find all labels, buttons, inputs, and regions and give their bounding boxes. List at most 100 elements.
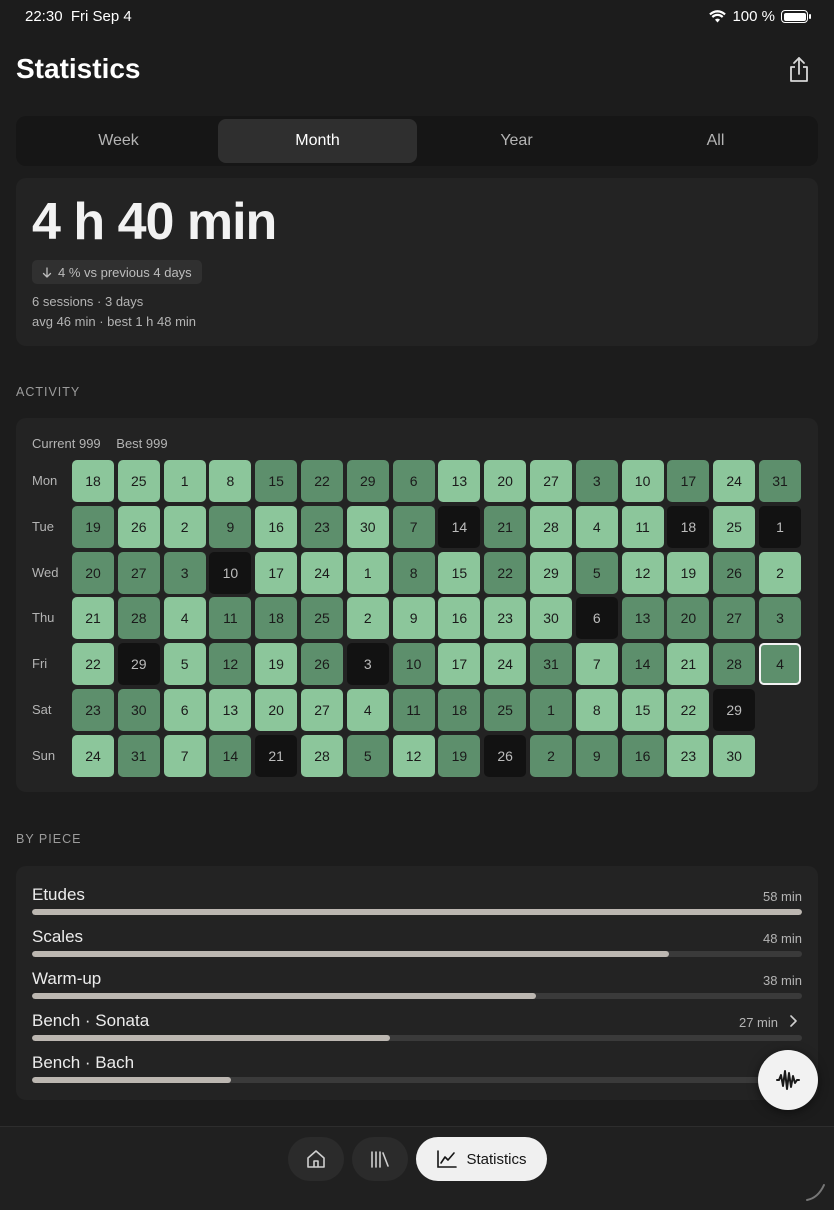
- heatmap-cell-today[interactable]: 4: [759, 643, 801, 686]
- heatmap-cell[interactable]: 23: [484, 597, 527, 640]
- segment-month[interactable]: Month: [218, 119, 417, 163]
- heatmap-cell[interactable]: 11: [621, 505, 664, 548]
- heatmap-cell[interactable]: 30: [346, 505, 389, 548]
- heatmap-cell[interactable]: 19: [72, 505, 114, 548]
- heatmap-cell[interactable]: 12: [392, 734, 435, 777]
- heatmap-cell[interactable]: 2: [346, 597, 389, 640]
- heatmap-cell[interactable]: 27: [301, 689, 343, 731]
- heatmap-cell[interactable]: 8: [575, 689, 618, 731]
- heatmap-cell[interactable]: 26: [713, 551, 756, 594]
- heatmap-cell[interactable]: 29: [713, 689, 756, 731]
- heatmap-cell[interactable]: 7: [575, 643, 618, 686]
- heatmap-cell[interactable]: 14: [209, 734, 252, 777]
- heatmap-cell[interactable]: 21: [484, 505, 527, 548]
- record-fab[interactable]: [758, 1050, 818, 1110]
- heatmap-cell[interactable]: 7: [163, 734, 206, 777]
- heatmap-cell[interactable]: 19: [438, 734, 481, 777]
- heatmap-cell[interactable]: 24: [713, 460, 756, 502]
- heatmap-cell[interactable]: 8: [209, 460, 252, 502]
- heatmap-cell[interactable]: 23: [667, 734, 710, 777]
- heatmap-cell[interactable]: 3: [575, 460, 618, 502]
- heatmap-cell[interactable]: 31: [759, 460, 801, 502]
- heatmap-cell[interactable]: 3: [759, 597, 801, 640]
- heatmap-cell[interactable]: 9: [209, 505, 252, 548]
- heatmap-cell[interactable]: 9: [392, 597, 435, 640]
- heatmap-cell[interactable]: 10: [621, 460, 664, 502]
- heatmap-cell[interactable]: 28: [117, 597, 160, 640]
- heatmap-cell[interactable]: 23: [301, 505, 343, 548]
- heatmap-cell[interactable]: 1: [530, 689, 572, 731]
- heatmap-cell[interactable]: 5: [575, 551, 618, 594]
- heatmap-cell[interactable]: 22: [667, 689, 710, 731]
- heatmap-cell[interactable]: 20: [667, 597, 710, 640]
- heatmap-cell[interactable]: 15: [438, 551, 481, 594]
- heatmap-cell[interactable]: 7: [392, 505, 435, 548]
- heatmap-cell[interactable]: 23: [72, 689, 114, 731]
- piece-row[interactable]: Bench · Bach15 min: [32, 1053, 802, 1085]
- heatmap-cell[interactable]: 27: [713, 597, 756, 640]
- heatmap-cell[interactable]: 21: [255, 734, 298, 777]
- heatmap-cell[interactable]: 2: [530, 734, 572, 777]
- heatmap-cell[interactable]: 30: [713, 734, 756, 777]
- share-icon[interactable]: [786, 56, 812, 84]
- heatmap-cell[interactable]: 17: [255, 551, 298, 594]
- heatmap-cell[interactable]: 18: [438, 689, 481, 731]
- heatmap-cell[interactable]: 6: [575, 597, 618, 640]
- heatmap-cell[interactable]: 28: [530, 505, 572, 548]
- heatmap-cell[interactable]: 20: [72, 551, 114, 594]
- heatmap-cell[interactable]: 13: [621, 597, 664, 640]
- nav-home-button[interactable]: [288, 1137, 344, 1181]
- heatmap-cell[interactable]: 24: [72, 734, 114, 777]
- heatmap-cell[interactable]: 18: [667, 505, 710, 548]
- nav-library-button[interactable]: [352, 1137, 408, 1181]
- heatmap-cell[interactable]: 8: [392, 551, 435, 594]
- heatmap-cell[interactable]: 2: [163, 505, 206, 548]
- heatmap-cell[interactable]: 10: [392, 643, 435, 686]
- heatmap-cell[interactable]: 13: [438, 460, 481, 502]
- heatmap-cell[interactable]: 1: [346, 551, 389, 594]
- heatmap-cell[interactable]: 4: [346, 689, 389, 731]
- nav-statistics-button[interactable]: Statistics: [416, 1137, 547, 1181]
- heatmap-cell[interactable]: 4: [575, 505, 618, 548]
- piece-row[interactable]: Warm-up 38 min: [32, 969, 802, 1001]
- heatmap-cell[interactable]: 15: [621, 689, 664, 731]
- heatmap-cell[interactable]: 28: [301, 734, 343, 777]
- heatmap-cell[interactable]: 17: [438, 643, 481, 686]
- heatmap-cell[interactable]: 24: [484, 643, 527, 686]
- heatmap-cell[interactable]: 6: [163, 689, 206, 731]
- heatmap-cell[interactable]: 29: [530, 551, 572, 594]
- heatmap-cell[interactable]: 11: [209, 597, 252, 640]
- segment-all[interactable]: All: [616, 119, 815, 163]
- heatmap-cell[interactable]: 22: [72, 643, 114, 686]
- heatmap-cell[interactable]: 3: [346, 643, 389, 686]
- segment-year[interactable]: Year: [417, 119, 616, 163]
- heatmap-cell[interactable]: 9: [575, 734, 618, 777]
- segment-week[interactable]: Week: [19, 119, 218, 163]
- heatmap-cell[interactable]: 26: [484, 734, 527, 777]
- heatmap-cell[interactable]: 14: [621, 643, 664, 686]
- heatmap-cell[interactable]: 17: [667, 460, 710, 502]
- heatmap-cell[interactable]: 13: [209, 689, 252, 731]
- heatmap-cell[interactable]: 12: [621, 551, 664, 594]
- heatmap-cell[interactable]: 25: [117, 460, 160, 502]
- heatmap-cell[interactable]: 15: [255, 460, 298, 502]
- heatmap-cell[interactable]: 20: [255, 689, 298, 731]
- heatmap-cell[interactable]: 28: [713, 643, 756, 686]
- heatmap-cell[interactable]: 5: [346, 734, 389, 777]
- heatmap-cell[interactable]: 19: [255, 643, 298, 686]
- heatmap-cell[interactable]: 31: [117, 734, 160, 777]
- heatmap-cell[interactable]: 11: [392, 689, 435, 731]
- heatmap-cell[interactable]: 2: [759, 551, 801, 594]
- heatmap-cell[interactable]: 14: [438, 505, 481, 548]
- heatmap-cell[interactable]: 24: [301, 551, 343, 594]
- heatmap-cell[interactable]: 16: [438, 597, 481, 640]
- heatmap-cell[interactable]: 1: [163, 460, 206, 502]
- heatmap-cell[interactable]: 18: [72, 460, 114, 502]
- heatmap-cell[interactable]: 21: [72, 597, 114, 640]
- heatmap-cell[interactable]: 22: [301, 460, 343, 502]
- piece-row[interactable]: Bench · Sonata 27 min: [32, 1011, 802, 1043]
- heatmap-cell[interactable]: 4: [163, 597, 206, 640]
- heatmap-cell[interactable]: 27: [530, 460, 572, 502]
- heatmap-cell[interactable]: 6: [392, 460, 435, 502]
- heatmap-cell[interactable]: 27: [117, 551, 160, 594]
